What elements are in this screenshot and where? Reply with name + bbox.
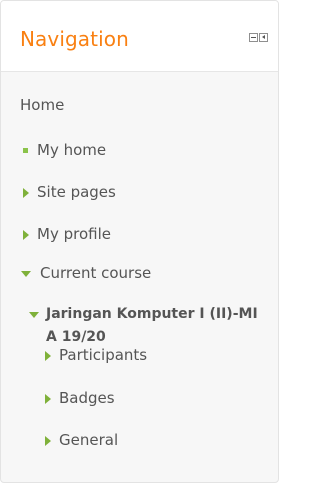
nav-item-label: My profile (37, 225, 111, 243)
nav-item-general[interactable]: General (45, 433, 118, 448)
nav-item-course[interactable]: Jaringan Komputer I (II)-MI A 19/20 (29, 303, 266, 349)
expand-arrow-icon (23, 229, 29, 240)
nav-item-current-course[interactable]: Current course (21, 266, 151, 281)
nav-item-site-pages[interactable]: Site pages (23, 185, 116, 200)
nav-item-label: Jaringan Komputer I (II)-MI A 19/20 (46, 306, 258, 345)
nav-item-label: Site pages (37, 183, 116, 201)
nav-item-label: Participants (59, 346, 148, 364)
collapse-arrow-icon (29, 312, 39, 318)
nav-item-participants[interactable]: Participants (45, 348, 147, 363)
navigation-block: Navigation Home My home Site pages My pr… (0, 0, 279, 483)
nav-item-label: My home (37, 141, 107, 159)
bullet-icon (23, 148, 28, 153)
expand-arrow-icon (45, 393, 51, 404)
expand-arrow-icon (45, 350, 51, 361)
nav-item-my-profile[interactable]: My profile (23, 227, 111, 242)
collapse-arrow-icon (21, 270, 31, 277)
nav-item-label: Current course (40, 264, 152, 282)
expand-arrow-icon (45, 435, 51, 446)
block-controls (249, 33, 268, 42)
nav-item-label: General (59, 431, 119, 449)
block-header: Navigation (1, 1, 278, 72)
nav-item-my-home[interactable]: My home (23, 143, 106, 158)
expand-arrow-icon (23, 187, 29, 198)
block-title: Navigation (20, 27, 129, 51)
nav-item-badges[interactable]: Badges (45, 391, 115, 406)
dock-block-icon[interactable] (259, 33, 268, 42)
nav-item-home[interactable]: Home (20, 98, 64, 113)
hide-block-icon[interactable] (249, 33, 258, 42)
nav-item-label: Home (20, 96, 65, 114)
nav-item-label: Badges (59, 389, 115, 407)
